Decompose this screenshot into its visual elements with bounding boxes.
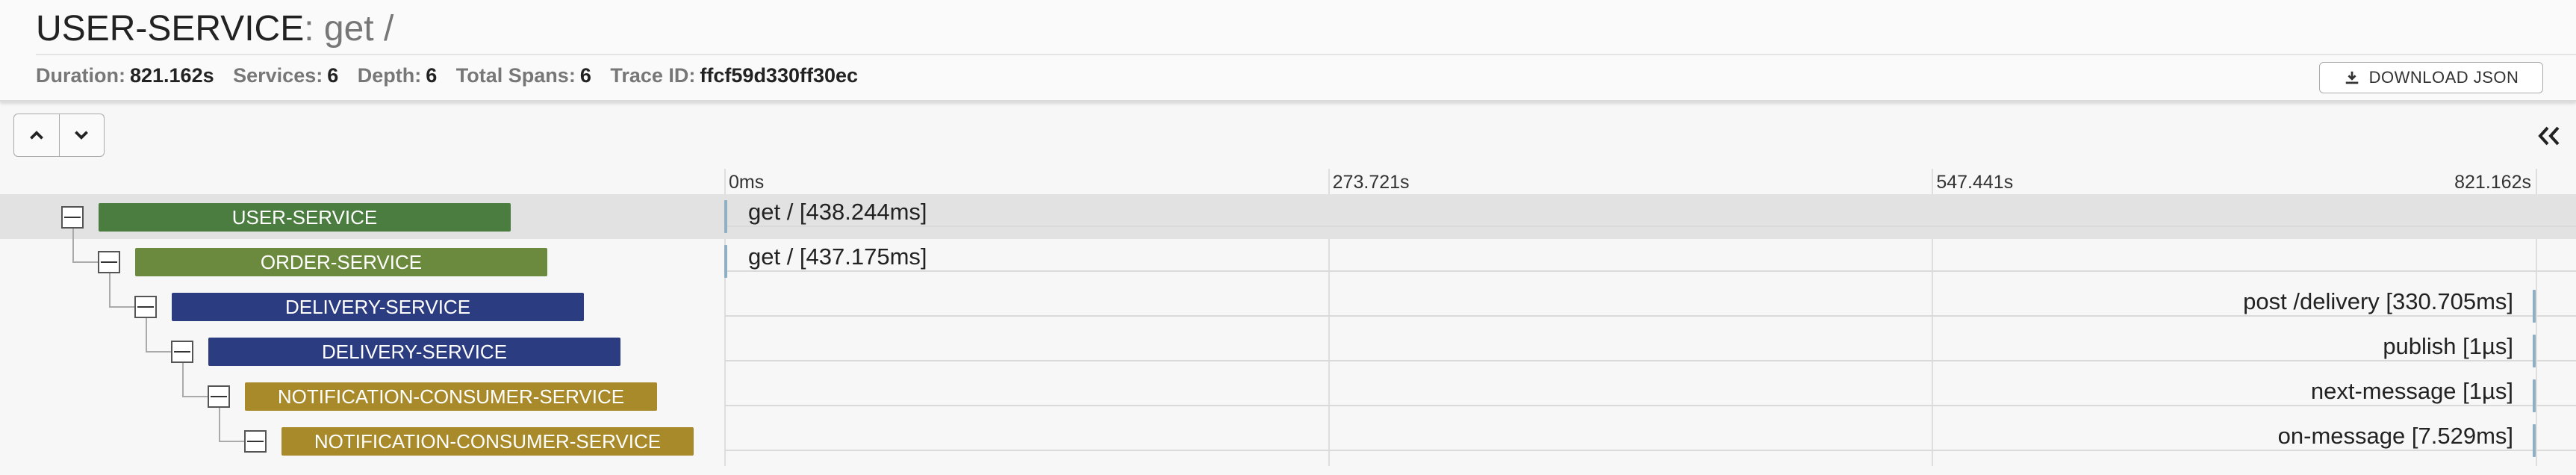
trace-root-operation: : get /: [304, 9, 394, 49]
span-row-divider: [724, 270, 2576, 272]
span-duration-mark[interactable]: [724, 245, 727, 278]
span-duration-mark[interactable]: [2533, 290, 2536, 323]
services-value: 6: [327, 64, 339, 87]
trace-header: USER-SERVICE: get / Duration: 821.162s Se…: [0, 0, 2576, 102]
span-row[interactable]: NOTIFICATION-CONSUMER-SERVICE on-message …: [0, 408, 2576, 463]
tree-connector: [109, 306, 134, 308]
span-operation-label: next-message [1µs]: [2310, 378, 2513, 404]
span-row[interactable]: DELIVERY-SERVICE post /delivery [330.705m…: [0, 273, 2576, 329]
collapse-toggle-icon[interactable]: [134, 296, 157, 318]
trace-toolbar: [0, 102, 2576, 179]
service-name-bar[interactable]: DELIVERY-SERVICE: [172, 293, 584, 321]
total-spans-value: 6: [579, 64, 591, 87]
tree-connector: [72, 261, 98, 263]
download-icon: [2345, 71, 2358, 84]
download-json-label: DOWNLOAD JSON: [2368, 68, 2519, 87]
span-operation-label: post /delivery [330.705ms]: [2243, 288, 2513, 314]
span-row[interactable]: ORDER-SERVICE get / [437.175ms]: [0, 229, 2576, 284]
span-operation-label: on-message [7.529ms]: [2277, 423, 2513, 449]
span-duration-mark[interactable]: [2533, 379, 2536, 412]
collapse-toggle-icon[interactable]: [171, 341, 193, 363]
collapse-toggle-icon[interactable]: [98, 251, 120, 273]
double-chevron-left-icon: [2538, 126, 2560, 146]
services-label: Services:: [233, 64, 323, 87]
trace-title: USER-SERVICE: get /: [36, 7, 393, 51]
span-duration-mark[interactable]: [724, 200, 727, 233]
service-name-bar[interactable]: NOTIFICATION-CONSUMER-SERVICE: [245, 382, 657, 411]
time-tick-label: 821.162s: [2454, 172, 2531, 193]
trace-root-service: USER-SERVICE: [36, 9, 305, 49]
service-name-bar[interactable]: NOTIFICATION-CONSUMER-SERVICE: [281, 427, 694, 456]
span-row-divider: [724, 450, 2576, 451]
time-tick-label: 547.441s: [1936, 172, 2014, 193]
span-row[interactable]: NOTIFICATION-CONSUMER-SERVICE next-messag…: [0, 363, 2576, 418]
span-operation-label: get / [438.244ms]: [748, 199, 927, 225]
span-row[interactable]: USER-SERVICE get / [438.244ms]: [0, 194, 2576, 239]
collapse-panel-button[interactable]: [2533, 121, 2563, 151]
header-divider: [36, 54, 2576, 55]
trace-summary: Duration: 821.162s Services: 6 Depth: 6 Tot…: [36, 63, 871, 88]
tree-connector: [182, 363, 184, 397]
previous-span-button[interactable]: [14, 114, 59, 156]
tree-connector: [146, 318, 147, 353]
tree-connector: [219, 408, 220, 442]
tree-connector: [72, 229, 74, 263]
span-row[interactable]: DELIVERY-SERVICE publish [1µs]: [0, 318, 2576, 373]
service-name-bar[interactable]: ORDER-SERVICE: [135, 248, 547, 276]
time-tick-label: 273.721s: [1332, 172, 1410, 193]
span-row-divider: [724, 405, 2576, 406]
span-row-divider: [724, 315, 2576, 317]
service-name-bar[interactable]: USER-SERVICE: [99, 203, 511, 232]
collapse-toggle-icon[interactable]: [61, 206, 84, 229]
total-spans-label: Total Spans:: [455, 64, 576, 87]
span-operation-label: publish [1µs]: [2383, 333, 2513, 359]
tree-connector: [182, 396, 208, 397]
span-operation-label: get / [437.175ms]: [748, 243, 927, 270]
span-duration-mark[interactable]: [2533, 424, 2536, 457]
time-tick-label: 0ms: [729, 172, 765, 193]
chevron-down-icon: [75, 131, 89, 140]
next-span-button[interactable]: [58, 114, 105, 156]
duration-value: 821.162s: [129, 64, 214, 87]
chevron-up-icon: [29, 131, 43, 140]
span-navigation-group: [13, 114, 105, 157]
span-row-divider: [724, 226, 2576, 227]
span-duration-mark[interactable]: [2533, 335, 2536, 367]
tree-connector: [109, 273, 111, 308]
collapse-toggle-icon[interactable]: [244, 430, 267, 453]
span-row-divider: [724, 360, 2576, 361]
trace-timeline: 0ms 273.721s 547.441s 821.162s USER-SERVICE…: [0, 169, 2576, 475]
tree-connector: [219, 441, 244, 442]
trace-id-label: Trace ID:: [610, 64, 696, 87]
download-json-button[interactable]: DOWNLOAD JSON: [2319, 62, 2543, 93]
service-name-bar[interactable]: DELIVERY-SERVICE: [208, 338, 620, 366]
depth-label: Depth:: [357, 64, 422, 87]
duration-label: Duration:: [36, 64, 125, 87]
trace-id-value: ffcf59d330ff30ec: [700, 64, 859, 87]
collapse-toggle-icon[interactable]: [208, 385, 230, 408]
tree-connector: [146, 351, 171, 353]
depth-value: 6: [426, 64, 438, 87]
